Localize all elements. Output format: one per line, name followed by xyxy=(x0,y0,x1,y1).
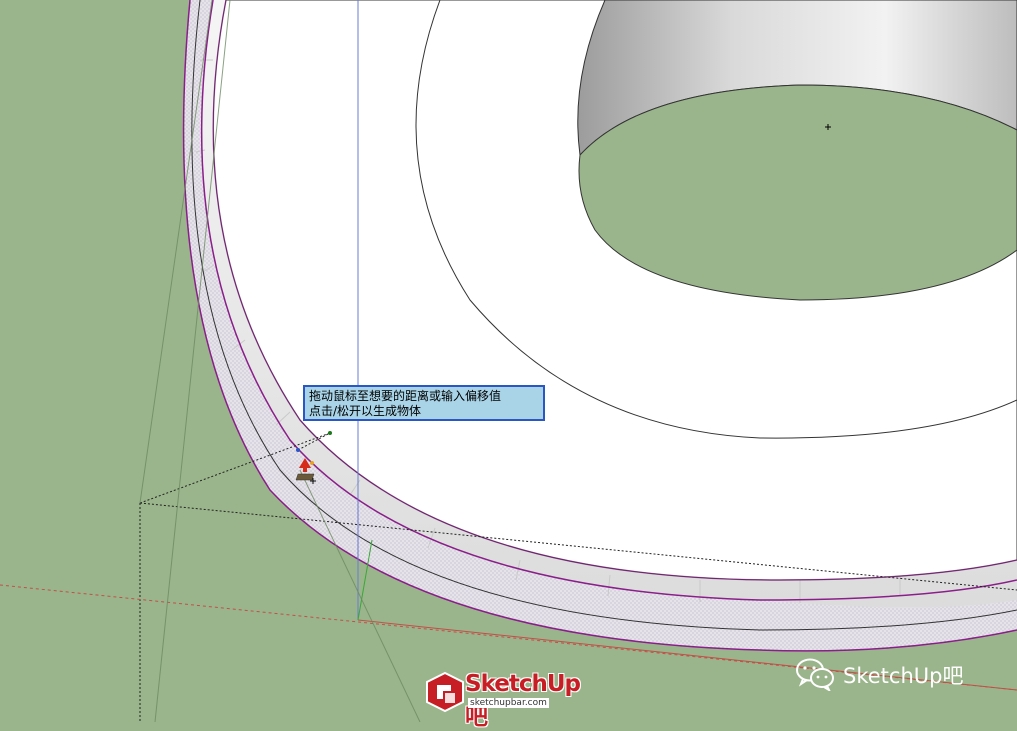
sketchup-bar-logo: SketchUp吧 sketchupbar.com xyxy=(425,669,595,730)
operation-tooltip: 拖动鼠标至想要的距离或输入偏移值 点击/松开以生成物体 xyxy=(303,385,545,421)
tooltip-line-1: 拖动鼠标至想要的距离或输入偏移值 xyxy=(309,389,502,403)
logo-url-text: sketchupbar.com xyxy=(468,698,549,708)
scene-canvas[interactable] xyxy=(0,0,1017,722)
tooltip-line-2: 点击/松开以生成物体 xyxy=(309,404,422,418)
sketchup-logo-icon xyxy=(426,671,464,713)
modeling-viewport[interactable]: 拖动鼠标至想要的距离或输入偏移值 点击/松开以生成物体 SketchUp吧 sk… xyxy=(0,0,1017,730)
logo-brand-text: SketchUp xyxy=(465,671,581,697)
wechat-icon xyxy=(796,658,834,691)
wechat-label: SketchUp吧 xyxy=(843,664,964,688)
hole-floor xyxy=(578,84,1017,301)
